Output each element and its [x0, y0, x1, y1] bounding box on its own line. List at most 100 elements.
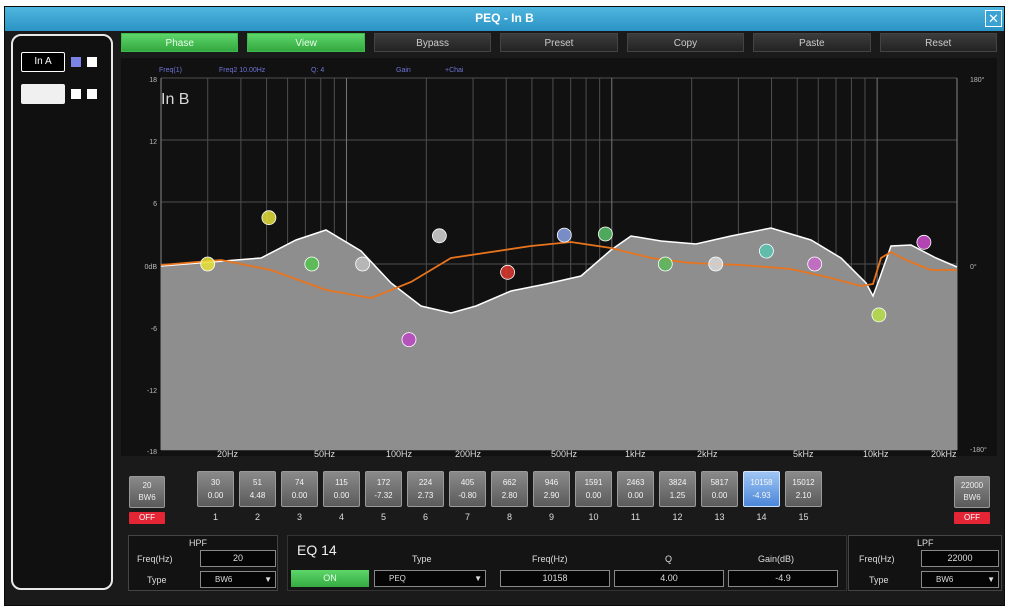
- eq-band-freq: 115: [335, 478, 348, 487]
- hpf-pass-type: BW6: [138, 493, 156, 502]
- freq-tick-label: 10kHz: [863, 449, 889, 459]
- eq-band-button[interactable]: 224 2.73: [407, 471, 444, 507]
- freq-tick-label: 20Hz: [217, 449, 239, 459]
- phase-button[interactable]: Phase: [121, 33, 239, 52]
- eq-band-2[interactable]: 51 4.48 2: [239, 471, 276, 522]
- eq-band-button[interactable]: 2463 0.00: [617, 471, 654, 507]
- channel-in-b-button[interactable]: In B: [21, 84, 65, 104]
- copy-button[interactable]: Copy: [626, 33, 745, 52]
- eq-band-button[interactable]: 946 2.90: [533, 471, 570, 507]
- eq-band-11[interactable]: 2463 0.00 11: [617, 471, 654, 522]
- freq-tick-label: 200Hz: [455, 449, 482, 459]
- hpf-pass-value: 20: [142, 481, 152, 490]
- freq-tick-label: 1kHz: [625, 449, 646, 459]
- eq-band-14[interactable]: 10158 -4.93 14: [743, 471, 780, 522]
- lpf-pass-control: 22000 BW6 OFF: [954, 476, 990, 524]
- bypass-button[interactable]: Bypass: [373, 33, 492, 52]
- eq-band-button[interactable]: 405 -0.80: [449, 471, 486, 507]
- eq-band-node-6[interactable]: [431, 228, 447, 244]
- eq-band-button[interactable]: 10158 -4.93: [743, 471, 780, 507]
- eq-band-button[interactable]: 30 0.00: [197, 471, 234, 507]
- eq-band-5[interactable]: 172 -7.32 5: [365, 471, 402, 522]
- channel-in-b-color-swatch[interactable]: [71, 89, 81, 99]
- eq-band-freq: 2463: [626, 478, 645, 487]
- phase-tick-label: 180°: [970, 76, 985, 84]
- eq-band-gain: 4.48: [249, 491, 266, 500]
- eq-band-button[interactable]: 662 2.80: [491, 471, 528, 507]
- eq-band-node-14[interactable]: [871, 307, 887, 323]
- info-text: Q: 4: [311, 67, 324, 74]
- eq-band-button[interactable]: 115 0.00: [323, 471, 360, 507]
- lpf-freq-label: Freq(Hz): [859, 554, 895, 564]
- eq-band-node-5[interactable]: [401, 332, 417, 348]
- eq-freq-input[interactable]: 10158: [500, 570, 610, 587]
- eq-band-node-3[interactable]: [304, 256, 320, 272]
- eq-band-4[interactable]: 115 0.00 4: [323, 471, 360, 522]
- info-text: Freq(1): [159, 67, 182, 74]
- channel-in-b-link-checkbox[interactable]: [87, 89, 97, 99]
- eq-band-node-9[interactable]: [597, 226, 613, 242]
- eq-band-button[interactable]: 74 0.00: [281, 471, 318, 507]
- eq-band-node-2[interactable]: [261, 210, 277, 226]
- hpf-freq-input[interactable]: 20: [200, 550, 276, 567]
- eq-band-node-7[interactable]: [500, 264, 516, 280]
- channel-in-a-color-swatch[interactable]: [71, 57, 81, 67]
- eq-type-select[interactable]: PEQ ▼: [374, 570, 486, 587]
- hpf-type-select[interactable]: BW6 ▼: [200, 571, 276, 588]
- eq-band-15[interactable]: 15012 2.10 15: [785, 471, 822, 522]
- preset-button[interactable]: Preset: [500, 33, 618, 52]
- hpf-pass-button[interactable]: 20 BW6: [129, 476, 165, 508]
- eq-band-gain: 0.00: [711, 491, 728, 500]
- eq-band-9[interactable]: 946 2.90 9: [533, 471, 570, 522]
- eq-band-button[interactable]: 1591 0.00: [575, 471, 612, 507]
- eq-band-button[interactable]: 5817 0.00: [701, 471, 738, 507]
- lpf-type-select[interactable]: BW6 ▼: [921, 571, 999, 588]
- eq-band-3[interactable]: 74 0.00 3: [281, 471, 318, 522]
- lpf-pass-button[interactable]: 22000 BW6: [954, 476, 990, 508]
- hpf-freq-label: Freq(Hz): [137, 554, 173, 564]
- eq-on-button[interactable]: ON: [291, 570, 369, 587]
- eq-band-freq: 224: [418, 478, 433, 487]
- eq-band-node-1[interactable]: [200, 256, 216, 272]
- eq-band-node-8[interactable]: [556, 227, 572, 243]
- eq-band-node-15[interactable]: [916, 234, 932, 250]
- hpf-off-button[interactable]: OFF: [129, 512, 165, 524]
- eq-band-13[interactable]: 5817 0.00 13: [701, 471, 738, 522]
- eq-band-10[interactable]: 1591 0.00 10: [575, 471, 612, 522]
- freq-tick-label: 50Hz: [314, 449, 336, 459]
- eq-band-node-10[interactable]: [657, 256, 673, 272]
- eq-band-button[interactable]: 3824 1.25: [659, 471, 696, 507]
- eq-gain-input[interactable]: -4.9: [728, 570, 838, 587]
- eq-band-node-11[interactable]: [708, 256, 724, 272]
- eq-band-node-12[interactable]: [759, 243, 774, 259]
- channel-row-in-b: In B: [21, 84, 97, 104]
- channel-in-a-link-checkbox[interactable]: [87, 57, 97, 67]
- eq-band-8[interactable]: 662 2.80 8: [491, 471, 528, 522]
- channel-panel: In A In B: [11, 34, 113, 590]
- eq-band-freq: 172: [376, 478, 391, 487]
- eq-q-input[interactable]: 4.00: [614, 570, 724, 587]
- eq-band-node-13[interactable]: [807, 256, 823, 272]
- eq-response-graph[interactable]: Freq(1) Freq2 10.00Hz Q: 4 Gain +Chai 18…: [121, 58, 997, 456]
- eq-band-button[interactable]: 15012 2.10: [785, 471, 822, 507]
- reset-button[interactable]: Reset: [879, 33, 997, 52]
- eq-band-number: 6: [422, 512, 428, 522]
- eq-band-node-4[interactable]: [355, 256, 371, 272]
- eq-band-7[interactable]: 405 -0.80 7: [449, 471, 486, 522]
- eq-band-button[interactable]: 51 4.48: [239, 471, 276, 507]
- eq-parameters-panel: EQ 14 ON Type PEQ ▼ Freq(Hz) 10158 Q 4.00…: [287, 535, 847, 591]
- close-icon[interactable]: ✕: [985, 10, 1002, 27]
- toolbar: Phase View Bypass Preset Copy Paste Rese…: [121, 33, 997, 53]
- lpf-freq-input[interactable]: 22000: [921, 550, 999, 567]
- paste-button[interactable]: Paste: [753, 33, 871, 52]
- lpf-off-button[interactable]: OFF: [954, 512, 990, 524]
- eq-band-number: 10: [588, 512, 599, 522]
- eq-band-12[interactable]: 3824 1.25 12: [659, 471, 696, 522]
- channel-in-a-button[interactable]: In A: [21, 52, 65, 72]
- eq-band-number: 4: [338, 512, 344, 522]
- eq-band-button[interactable]: 172 -7.32: [365, 471, 402, 507]
- eq-band-1[interactable]: 30 0.00 1: [197, 471, 234, 522]
- eq-band-6[interactable]: 224 2.73 6: [407, 471, 444, 522]
- eq-band-freq: 30: [211, 478, 220, 487]
- view-button[interactable]: View: [247, 33, 365, 52]
